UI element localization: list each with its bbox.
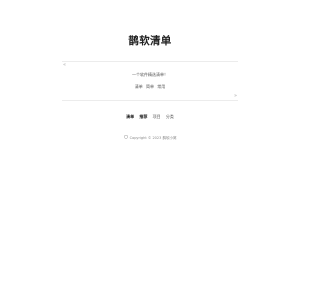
nav-item-recommend[interactable]: 推荐 — [139, 114, 147, 119]
shield-icon — [123, 134, 128, 140]
nav-item-list[interactable]: 清单 — [126, 114, 134, 119]
copyright-text: Copyright © 2023 鹊软小窝 — [129, 136, 177, 140]
quote-link-simple[interactable]: 简单 — [146, 84, 154, 89]
quote-open-mark: « — [63, 62, 67, 68]
page: 鹊软清单 « 一个软件精选清单！ 清单 简单 常用 » 清单 推荐 项目 分类 … — [0, 0, 300, 300]
site-title[interactable]: 鹊软清单 — [0, 33, 300, 48]
quote-text: 一个软件精选清单！ — [132, 72, 168, 77]
quote-link-common[interactable]: 常用 — [157, 84, 165, 89]
quote-box: « 一个软件精选清单！ 清单 简单 常用 » — [62, 61, 238, 101]
quote-link-list[interactable]: 清单 — [135, 84, 143, 89]
quote-links: 清单 简单 常用 — [62, 84, 238, 90]
main-nav: 清单 推荐 项目 分类 — [0, 114, 300, 120]
quote-close-mark: » — [233, 93, 237, 99]
nav-item-projects[interactable]: 项目 — [153, 114, 161, 119]
footer: Copyright © 2023 鹊软小窝 — [0, 134, 300, 141]
nav-item-categories[interactable]: 分类 — [166, 114, 174, 119]
